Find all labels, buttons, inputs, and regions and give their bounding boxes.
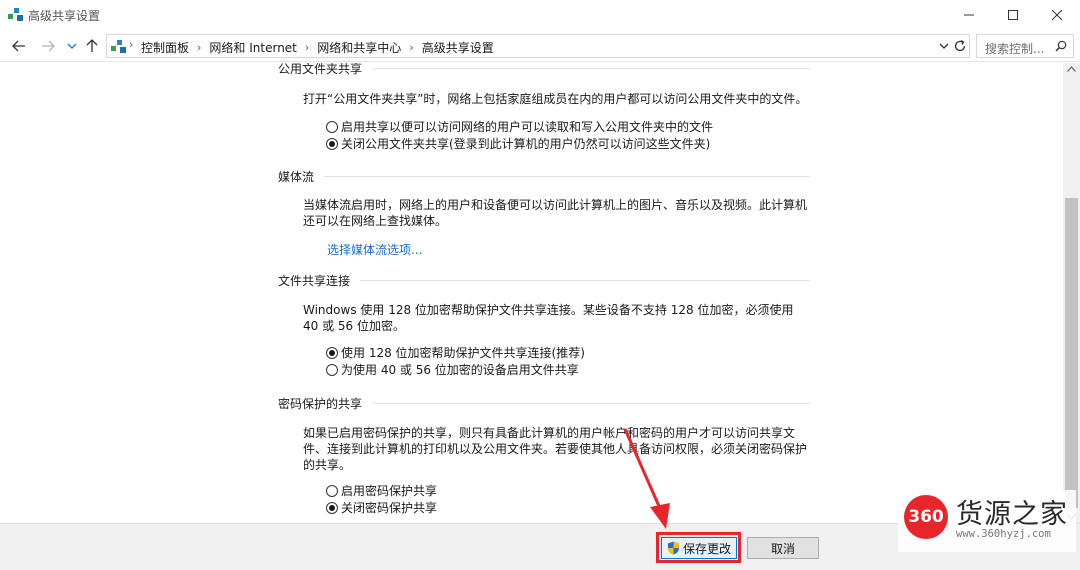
forward-button[interactable] [38,36,58,56]
navigation-bar: › 控制面板 › 网络和 Internet › 网络和共享中心 › 高级共享设置… [0,30,1080,62]
password-sharing-description: 如果已启用密码保护的共享，则只有具备此计算机的用户帐户和密码的用户才可以访问共享… [303,426,808,472]
radio-40-56bit-encryption[interactable]: 为使用 40 或 56 位加密的设备启用文件共享 [326,361,579,378]
scrollbar-thumb[interactable] [1065,198,1078,508]
watermark-badge: 360 [904,495,948,539]
search-icon [1055,40,1067,52]
section-heading-label: 文件共享连接 [278,274,351,288]
up-button[interactable] [82,36,102,56]
refresh-icon[interactable] [953,39,967,53]
radio-label: 启用共享以便可以访问网络的用户可以读取和写入公用文件夹中的文件 [341,120,714,134]
section-heading-label: 公用文件夹共享 [278,63,363,76]
search-input[interactable]: 搜索控制... [976,34,1074,58]
search-placeholder: 搜索控制... [985,42,1045,56]
watermark-brand: 货源之家 [956,499,1068,530]
network-icon [111,40,126,53]
breadcrumb-item[interactable]: 网络和共享中心 [317,39,401,56]
radio-enable-password-protection[interactable]: 启用密码保护共享 [326,482,437,499]
chevron-down-icon [67,43,77,49]
breadcrumb-item[interactable]: 控制面板 [141,39,189,56]
cancel-button[interactable]: 取消 [747,537,819,559]
radio-disable-public-sharing[interactable]: 关闭公用文件夹共享(登录到此计算机的用户仍然可以访问这些文件夹) [326,135,710,152]
radio-button[interactable] [326,137,338,150]
radio-label: 关闭公用文件夹共享(登录到此计算机的用户仍然可以访问这些文件夹) [341,137,711,151]
section-heading-public-folder: 公用文件夹共享 [278,63,810,77]
radio-button[interactable] [326,120,338,133]
media-streaming-description: 当媒体流启用时，网络上的用户和设备便可以访问此计算机上的图片、音乐以及视频。此计… [303,198,808,228]
save-button-label: 保存更改 [682,541,731,556]
watermark-logo: 360 货源之家 www.360hyzj.com [898,490,1076,552]
chevron-down-icon[interactable] [939,40,949,52]
radio-128bit-encryption[interactable]: 使用 128 位加密帮助保护文件共享连接(推荐) [326,344,585,361]
vertical-scrollbar[interactable] [1063,63,1080,523]
section-heading-label: 密码保护的共享 [278,397,363,411]
radio-button[interactable] [326,363,338,376]
breadcrumb-item[interactable]: 网络和 Internet [209,39,296,56]
minimize-icon [964,14,974,16]
breadcrumb-separator-icon: › [129,38,134,51]
scroll-up-icon[interactable] [1067,66,1076,72]
section-heading-media-streaming: 媒体流 [278,168,810,185]
recent-locations-button[interactable] [62,36,82,56]
close-icon [1052,10,1062,20]
radio-button[interactable] [326,346,338,359]
file-sharing-description: Windows 使用 128 位加密帮助保护文件共享连接。某些设备不支持 128… [303,303,794,333]
radio-button[interactable] [326,484,338,497]
public-folder-description: 打开“公用文件夹共享”时，网络上包括家庭组成员在内的用户都可以访问公用文件夹中的… [303,92,808,106]
section-heading-file-sharing: 文件共享连接 [278,272,810,289]
radio-button[interactable] [326,501,338,514]
radio-disable-password-protection[interactable]: 关闭密码保护共享 [326,499,437,516]
section-heading-label: 媒体流 [278,170,315,184]
breadcrumb-item[interactable]: 高级共享设置 [422,39,494,56]
arrow-left-icon [12,40,25,52]
arrow-up-icon [86,39,98,52]
breadcrumb-separator-icon: › [304,41,310,54]
save-changes-button[interactable]: 保存更改 [661,537,737,559]
settings-content: 公用文件夹共享 打开“公用文件夹共享”时，网络上包括家庭组成员在内的用户都可以访… [0,63,1063,523]
cancel-button-label: 取消 [770,541,795,556]
close-button[interactable] [1034,0,1080,30]
radio-label: 为使用 40 或 56 位加密的设备启用文件共享 [341,363,579,377]
radio-label: 关闭密码保护共享 [341,501,438,515]
address-bar[interactable]: › 控制面板 › 网络和 Internet › 网络和共享中心 › 高级共享设置 [106,34,970,58]
breadcrumb-separator-icon: › [197,41,202,54]
media-streaming-options-link[interactable]: 选择媒体流选项... [327,241,422,258]
network-icon [8,8,23,21]
radio-label: 启用密码保护共享 [341,484,438,498]
uac-shield-icon [667,541,679,555]
section-heading-password-sharing: 密码保护的共享 [278,395,810,412]
watermark-url: www.360hyzj.com [956,528,1051,540]
maximize-button[interactable] [990,0,1036,30]
arrow-right-icon [42,40,55,52]
window-title: 高级共享设置 [28,9,101,23]
minimize-button[interactable] [946,0,992,30]
radio-label: 使用 128 位加密帮助保护文件共享连接(推荐) [341,346,585,360]
back-button[interactable] [9,36,29,56]
maximize-icon [1008,10,1018,20]
title-bar: 高级共享设置 [0,0,1080,30]
breadcrumb-separator-icon: › [409,41,414,54]
breadcrumb: 控制面板 › 网络和 Internet › 网络和共享中心 › 高级共享设置 [141,39,494,56]
radio-enable-public-sharing[interactable]: 启用共享以便可以访问网络的用户可以读取和写入公用文件夹中的文件 [326,118,713,135]
